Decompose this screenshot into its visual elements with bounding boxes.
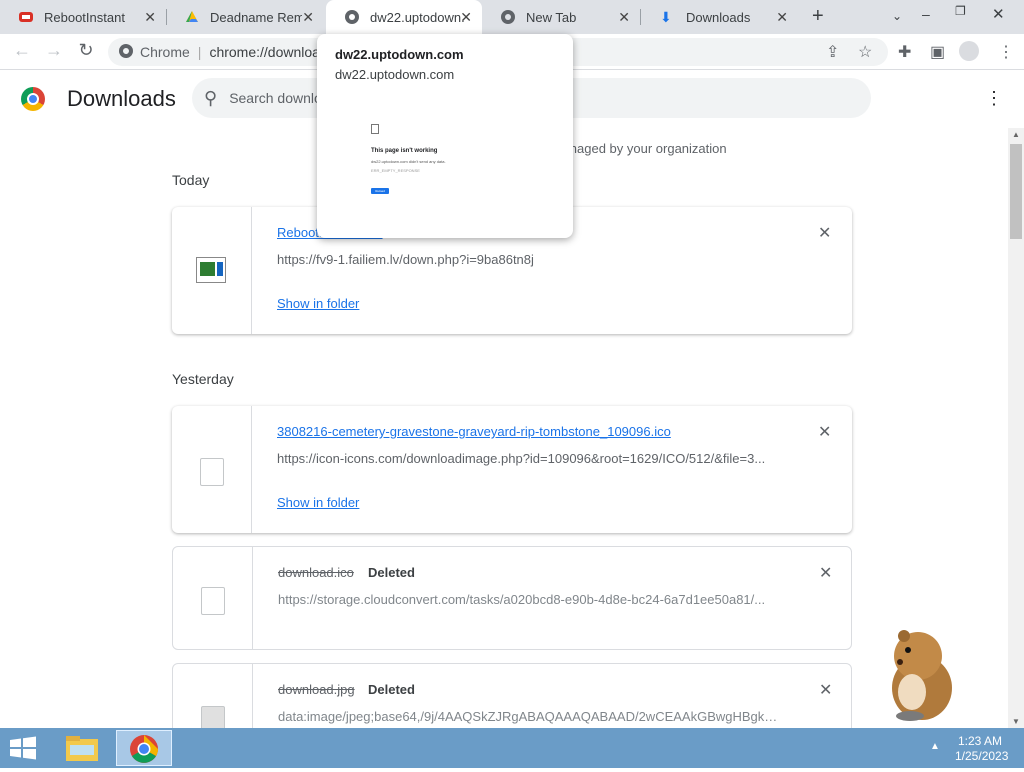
tray-chevron-icon[interactable]: ▲ xyxy=(930,741,940,752)
side-panel-icon[interactable]: ▣ xyxy=(930,42,945,62)
tab-deadname-remover[interactable]: Deadname Remover ✕ xyxy=(166,0,324,34)
file-icon xyxy=(200,458,224,486)
chrome-menu-icon[interactable]: ⋮ xyxy=(998,42,1014,62)
chrome-logo-icon xyxy=(21,87,45,111)
show-in-folder-link[interactable]: Show in folder xyxy=(277,296,359,311)
profile-avatar[interactable] xyxy=(959,41,979,61)
download-icon: ⬇ xyxy=(660,9,672,25)
section-today: Today xyxy=(172,172,210,188)
file-name: download.ico xyxy=(278,565,354,580)
file-url: https://fv9-1.failiem.lv/down.php?i=9ba8… xyxy=(277,252,534,267)
tab-new-tab[interactable]: New Tab ✕ xyxy=(482,0,640,34)
reload-button[interactable]: ↻ xyxy=(74,40,98,61)
scroll-thumb[interactable] xyxy=(1010,144,1022,239)
globe-icon xyxy=(344,9,360,25)
file-name: download.jpg xyxy=(278,682,355,697)
url-text: chrome://downloads xyxy=(209,44,335,60)
scroll-down-icon[interactable]: ▼ xyxy=(1012,717,1020,726)
file-url: https://icon-icons.com/downloadimage.php… xyxy=(277,451,766,466)
extensions-puzzle-icon[interactable]: ✚ xyxy=(898,42,911,62)
tab-hover-card: dw22.uptodown.com dw22.uptodown.com This… xyxy=(317,34,573,238)
chrome-icon xyxy=(118,43,134,62)
file-name-link[interactable]: 3808216-cemetery-gravestone-graveyard-ri… xyxy=(277,424,671,439)
remove-item-icon[interactable]: ✕ xyxy=(818,422,831,442)
hover-card-domain: dw22.uptodown.com xyxy=(335,67,455,82)
close-tab-icon[interactable]: ✕ xyxy=(460,9,472,26)
status-deleted: Deleted xyxy=(368,682,415,697)
chrome-favicon-icon xyxy=(500,9,516,25)
tab-rebootinstant[interactable]: RebootInstant ✕ xyxy=(0,0,166,34)
system-clock[interactable]: 1:23 AM 1/25/2023 xyxy=(955,734,1008,764)
tab-dw22-uptodown[interactable]: dw22.uptodown.com ✕ xyxy=(326,0,482,34)
tab-preview-thumbnail: This page isn't working dw22.uptodown.co… xyxy=(367,122,477,202)
search-icon: ⚲ xyxy=(204,87,218,108)
close-tab-icon[interactable]: ✕ xyxy=(302,9,314,26)
minimize-button[interactable]: – xyxy=(922,6,930,22)
share-icon[interactable]: ⇪ xyxy=(826,42,839,62)
status-deleted: Deleted xyxy=(368,565,415,580)
tab-strip: RebootInstant ✕ Deadname Remover ✕ dw22.… xyxy=(0,0,1024,34)
installer-file-icon xyxy=(196,257,226,283)
forward-button[interactable]: → xyxy=(42,40,66,61)
hover-card-title: dw22.uptodown.com xyxy=(335,47,464,62)
page-scrollbar[interactable]: ▲ ▼ xyxy=(1008,128,1024,728)
restore-button[interactable]: ❐ xyxy=(955,4,966,18)
window-close-button[interactable]: ✕ xyxy=(992,5,1005,23)
tab-downloads[interactable]: ⬇ Downloads ✕ xyxy=(642,0,798,34)
reboot-favicon-icon xyxy=(18,9,34,25)
close-tab-icon[interactable]: ✕ xyxy=(144,9,156,26)
page-title: Downloads xyxy=(67,86,176,111)
section-yesterday: Yesterday xyxy=(172,371,234,387)
close-tab-icon[interactable]: ✕ xyxy=(776,9,788,26)
drive-favicon-icon xyxy=(184,9,200,25)
download-item: download.ico Deleted https://storage.clo… xyxy=(172,546,852,650)
file-icon xyxy=(201,587,225,615)
page-error-icon xyxy=(371,124,379,134)
bookmark-star-icon[interactable]: ☆ xyxy=(858,42,872,62)
back-button[interactable]: ← xyxy=(10,40,34,61)
hamster-mascot[interactable] xyxy=(870,618,960,723)
more-actions-icon[interactable]: ⋮ xyxy=(985,88,1003,109)
windows-start-icon[interactable] xyxy=(8,736,38,760)
download-item: 3808216-cemetery-gravestone-graveyard-ri… xyxy=(172,406,852,533)
chrome-taskbar-icon[interactable] xyxy=(116,730,172,766)
file-url: https://storage.cloudconvert.com/tasks/a… xyxy=(278,592,766,607)
remove-item-icon[interactable]: ✕ xyxy=(819,563,832,583)
show-in-folder-link[interactable]: Show in folder xyxy=(277,495,359,510)
tab-search-chevron-icon[interactable]: ⌄ xyxy=(892,9,902,23)
remove-item-icon[interactable]: ✕ xyxy=(819,680,832,700)
close-tab-icon[interactable]: ✕ xyxy=(618,9,630,26)
new-tab-button[interactable]: + xyxy=(812,5,824,28)
windows-taskbar: ▲ 1:23 AM 1/25/2023 xyxy=(0,728,1024,768)
scroll-up-icon[interactable]: ▲ xyxy=(1012,130,1020,139)
file-explorer-icon[interactable] xyxy=(56,730,108,766)
file-url: data:image/jpeg;base64,/9j/4AAQSkZJRgABA… xyxy=(278,709,778,724)
remove-item-icon[interactable]: ✕ xyxy=(818,223,831,243)
